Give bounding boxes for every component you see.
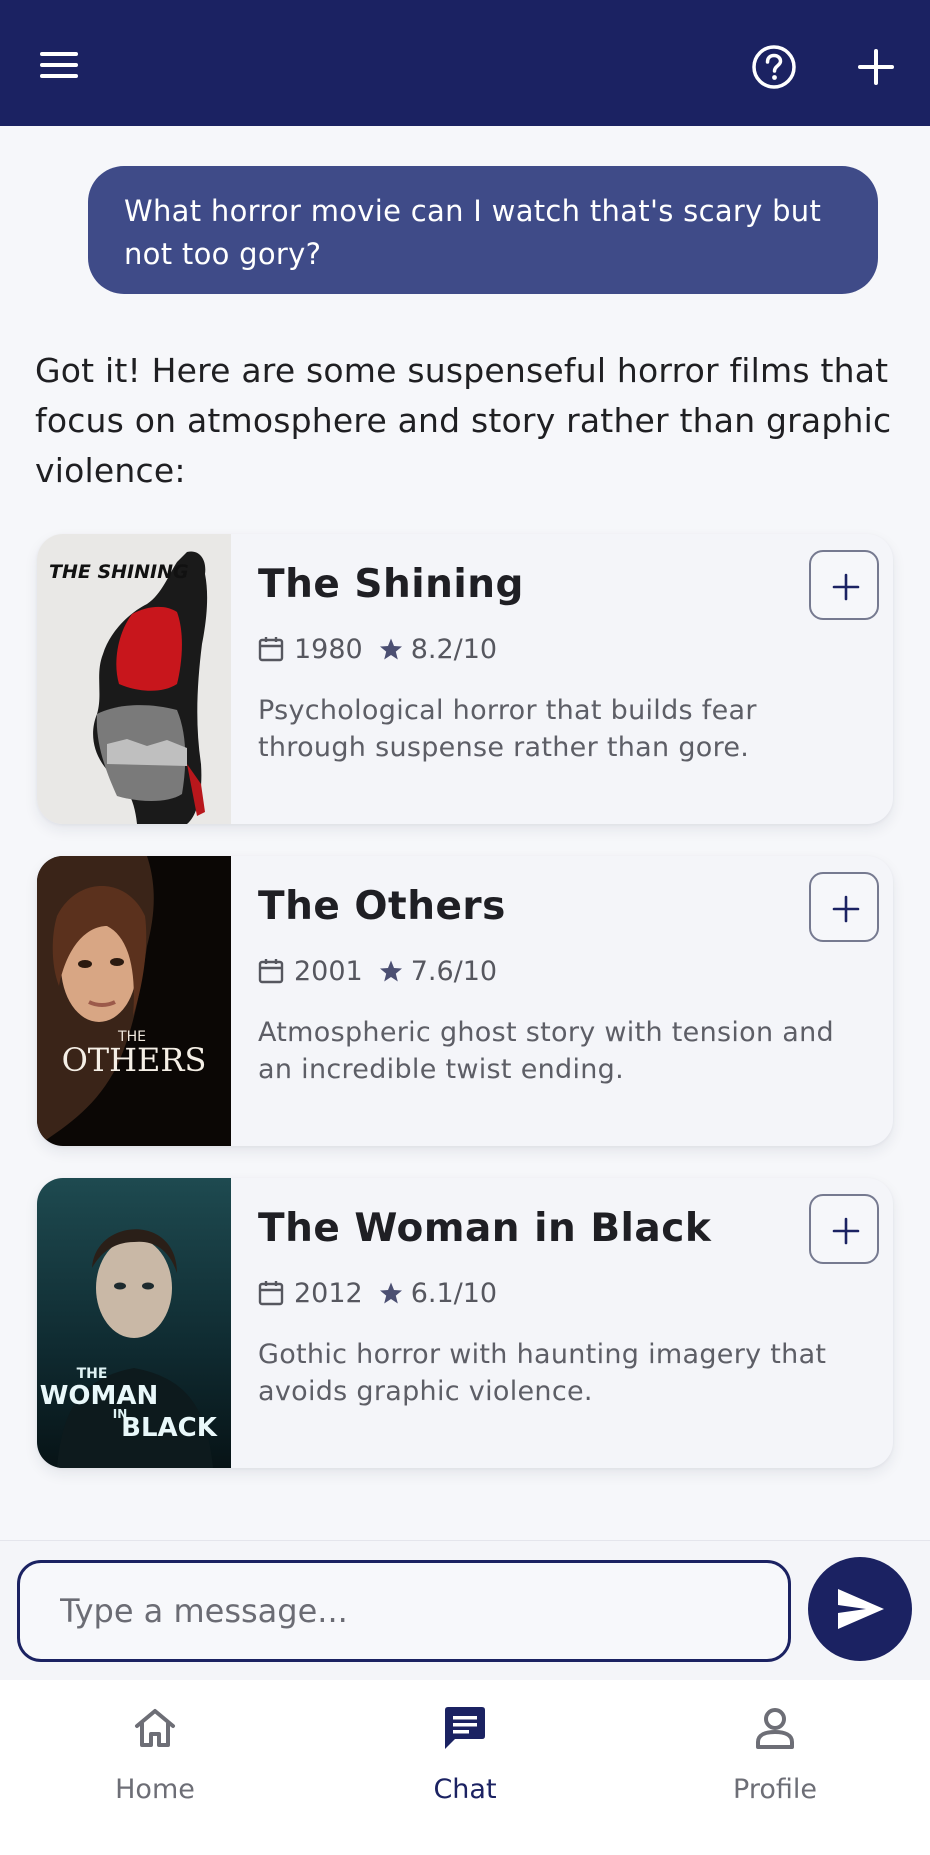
movie-poster: THE SHINING — [37, 534, 231, 824]
calendar-icon — [258, 637, 284, 662]
add-to-list-button[interactable] — [809, 550, 879, 620]
send-icon — [838, 1589, 884, 1629]
movie-meta: 2012 6.1/10 — [258, 1276, 497, 1310]
home-icon — [135, 1709, 175, 1747]
movie-card[interactable]: THE OTHERS The Others 2001 7.6/10 Atmosp… — [37, 856, 893, 1146]
chat-icon — [445, 1707, 485, 1749]
movie-description: Gothic horror with haunting imagery that… — [258, 1339, 827, 1407]
poster-title: THE SHINING — [49, 561, 189, 583]
movie-poster: THE WOMAN IN BLACK — [37, 1178, 231, 1468]
movie-card[interactable]: THE WOMAN IN BLACK The Woman in Black 20… — [37, 1178, 893, 1468]
movie-year: 2012 — [294, 1277, 363, 1309]
message-composer — [0, 1540, 930, 1680]
new-chat-button[interactable] — [852, 43, 900, 91]
help-icon[interactable] — [750, 43, 798, 91]
movie-title: The Shining — [258, 562, 524, 607]
movie-card[interactable]: THE SHINING The Shining 1980 8.2/10 Psyc… — [37, 534, 893, 824]
nav-item-home[interactable]: Home — [0, 1680, 310, 1855]
calendar-icon — [258, 959, 284, 984]
movie-rating: 6.1/10 — [410, 1277, 498, 1309]
plus-icon — [832, 895, 860, 923]
star-icon — [379, 638, 402, 660]
poster-title-small: THE — [77, 1366, 108, 1382]
nav-label: Home — [115, 1774, 195, 1805]
movie-meta: 1980 8.2/10 — [258, 632, 497, 666]
star-icon — [379, 1282, 402, 1304]
movie-meta: 2001 7.6/10 — [258, 954, 497, 988]
assistant-message: Got it! Here are some suspenseful horror… — [35, 351, 892, 490]
user-message-bubble: What horror movie can I watch that's sca… — [88, 166, 878, 294]
movie-rating: 8.2/10 — [410, 633, 498, 665]
menu-icon[interactable] — [36, 44, 86, 82]
movie-poster: THE OTHERS — [37, 856, 231, 1146]
profile-icon — [756, 1708, 794, 1749]
add-to-list-button[interactable] — [809, 1194, 879, 1264]
movie-rating: 7.6/10 — [410, 955, 498, 987]
nav-item-chat[interactable]: Chat — [310, 1680, 620, 1855]
nav-label: Profile — [733, 1774, 817, 1805]
top-app-bar — [0, 0, 930, 126]
movie-title: The Others — [258, 884, 506, 929]
poster-title-black: BLACK — [121, 1413, 218, 1443]
send-button[interactable] — [808, 1557, 912, 1661]
movie-year: 2001 — [294, 955, 363, 987]
nav-label: Chat — [433, 1774, 497, 1805]
nav-item-profile[interactable]: Profile — [620, 1680, 930, 1855]
calendar-icon — [258, 1281, 284, 1306]
poster-title: WOMAN — [40, 1381, 159, 1411]
movie-description: Psychological horror that builds fear th… — [258, 695, 757, 763]
movie-year: 1980 — [294, 633, 363, 665]
poster-title: OTHERS — [62, 1041, 207, 1079]
message-input[interactable] — [17, 1560, 791, 1662]
add-to-list-button[interactable] — [809, 872, 879, 942]
plus-icon — [832, 1217, 860, 1245]
movie-title: The Woman in Black — [258, 1206, 712, 1251]
bottom-navigation: Home Chat Profile — [0, 1680, 930, 1855]
star-icon — [379, 960, 402, 982]
movie-description: Atmospheric ghost story with tension and… — [258, 1017, 834, 1085]
plus-icon — [832, 573, 860, 601]
plus-icon — [858, 49, 894, 85]
